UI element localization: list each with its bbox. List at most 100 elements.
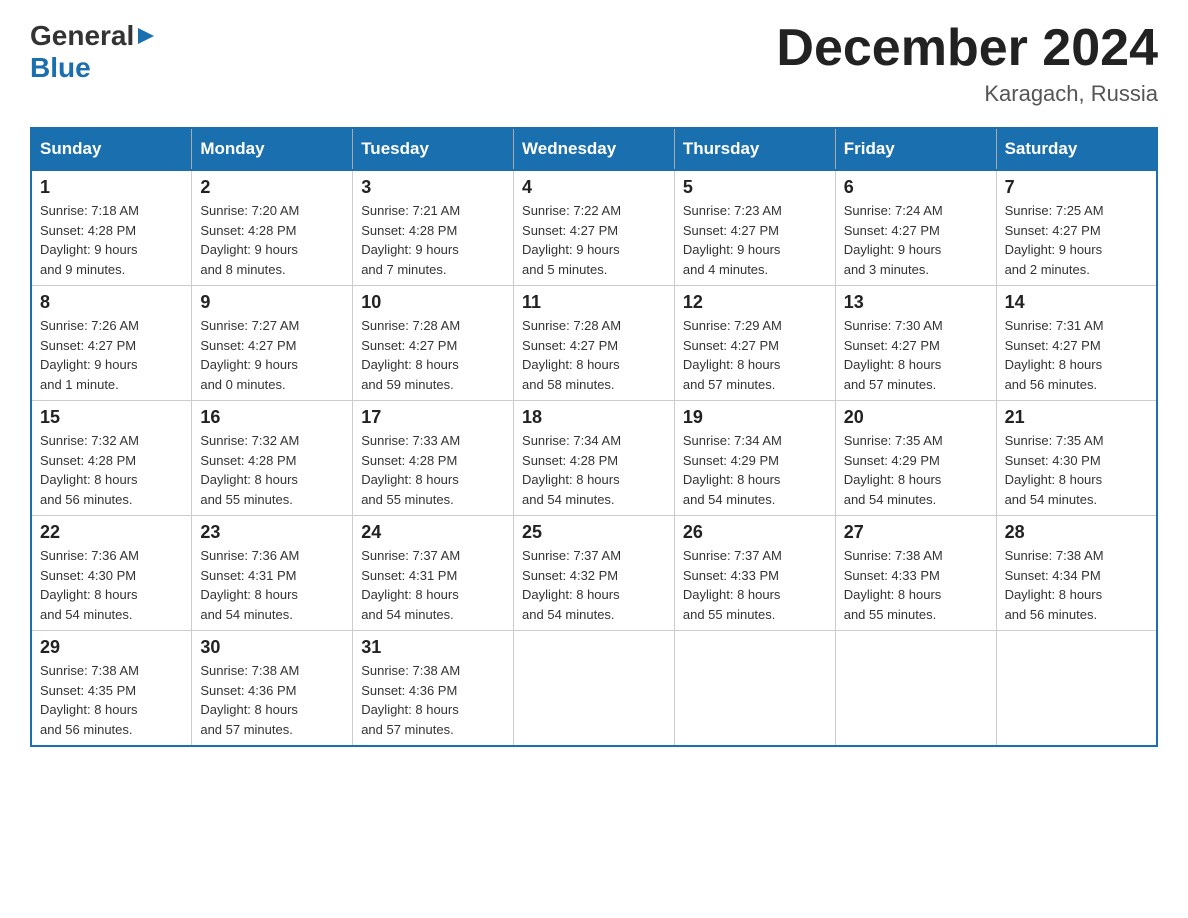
day-info: Sunrise: 7:36 AM Sunset: 4:31 PM Dayligh… — [200, 546, 344, 624]
day-info: Sunrise: 7:34 AM Sunset: 4:29 PM Dayligh… — [683, 431, 827, 509]
day-number: 22 — [40, 522, 183, 543]
day-number: 15 — [40, 407, 183, 428]
calendar-cell: 1 Sunrise: 7:18 AM Sunset: 4:28 PM Daylig… — [31, 170, 192, 286]
day-number: 30 — [200, 637, 344, 658]
day-info: Sunrise: 7:38 AM Sunset: 4:36 PM Dayligh… — [200, 661, 344, 739]
day-info: Sunrise: 7:28 AM Sunset: 4:27 PM Dayligh… — [522, 316, 666, 394]
page-header: General Blue December 2024 Karagach, Rus… — [30, 20, 1158, 107]
day-info: Sunrise: 7:32 AM Sunset: 4:28 PM Dayligh… — [200, 431, 344, 509]
day-number: 23 — [200, 522, 344, 543]
day-number: 6 — [844, 177, 988, 198]
day-number: 12 — [683, 292, 827, 313]
day-number: 19 — [683, 407, 827, 428]
col-friday: Friday — [835, 128, 996, 170]
col-monday: Monday — [192, 128, 353, 170]
day-number: 17 — [361, 407, 505, 428]
calendar-cell — [996, 631, 1157, 747]
day-info: Sunrise: 7:37 AM Sunset: 4:32 PM Dayligh… — [522, 546, 666, 624]
title-block: December 2024 Karagach, Russia — [776, 20, 1158, 107]
calendar-cell: 19 Sunrise: 7:34 AM Sunset: 4:29 PM Dayli… — [674, 401, 835, 516]
calendar-cell: 21 Sunrise: 7:35 AM Sunset: 4:30 PM Dayli… — [996, 401, 1157, 516]
calendar-cell: 30 Sunrise: 7:38 AM Sunset: 4:36 PM Dayli… — [192, 631, 353, 747]
calendar-cell: 23 Sunrise: 7:36 AM Sunset: 4:31 PM Dayli… — [192, 516, 353, 631]
day-info: Sunrise: 7:38 AM Sunset: 4:34 PM Dayligh… — [1005, 546, 1148, 624]
calendar-cell: 8 Sunrise: 7:26 AM Sunset: 4:27 PM Daylig… — [31, 286, 192, 401]
day-info: Sunrise: 7:25 AM Sunset: 4:27 PM Dayligh… — [1005, 201, 1148, 279]
day-number: 2 — [200, 177, 344, 198]
day-info: Sunrise: 7:20 AM Sunset: 4:28 PM Dayligh… — [200, 201, 344, 279]
calendar-cell: 16 Sunrise: 7:32 AM Sunset: 4:28 PM Dayli… — [192, 401, 353, 516]
day-info: Sunrise: 7:38 AM Sunset: 4:36 PM Dayligh… — [361, 661, 505, 739]
col-thursday: Thursday — [674, 128, 835, 170]
calendar-cell: 12 Sunrise: 7:29 AM Sunset: 4:27 PM Dayli… — [674, 286, 835, 401]
day-number: 16 — [200, 407, 344, 428]
day-number: 13 — [844, 292, 988, 313]
day-number: 5 — [683, 177, 827, 198]
location-text: Karagach, Russia — [776, 81, 1158, 107]
calendar-cell: 29 Sunrise: 7:38 AM Sunset: 4:35 PM Dayli… — [31, 631, 192, 747]
calendar-cell: 11Sunrise: 7:28 AM Sunset: 4:27 PM Dayli… — [514, 286, 675, 401]
day-info: Sunrise: 7:30 AM Sunset: 4:27 PM Dayligh… — [844, 316, 988, 394]
day-number: 10 — [361, 292, 505, 313]
calendar-table: Sunday Monday Tuesday Wednesday Thursday… — [30, 127, 1158, 747]
calendar-cell: 13 Sunrise: 7:30 AM Sunset: 4:27 PM Dayli… — [835, 286, 996, 401]
calendar-week-row: 22 Sunrise: 7:36 AM Sunset: 4:30 PM Dayli… — [31, 516, 1157, 631]
calendar-cell: 24 Sunrise: 7:37 AM Sunset: 4:31 PM Dayli… — [353, 516, 514, 631]
day-number: 29 — [40, 637, 183, 658]
day-number: 3 — [361, 177, 505, 198]
calendar-cell: 3 Sunrise: 7:21 AM Sunset: 4:28 PM Daylig… — [353, 170, 514, 286]
day-info: Sunrise: 7:35 AM Sunset: 4:29 PM Dayligh… — [844, 431, 988, 509]
calendar-cell: 31 Sunrise: 7:38 AM Sunset: 4:36 PM Dayli… — [353, 631, 514, 747]
calendar-cell: 5Sunrise: 7:23 AM Sunset: 4:27 PM Daylig… — [674, 170, 835, 286]
calendar-cell: 20 Sunrise: 7:35 AM Sunset: 4:29 PM Dayli… — [835, 401, 996, 516]
day-info: Sunrise: 7:18 AM Sunset: 4:28 PM Dayligh… — [40, 201, 183, 279]
calendar-week-row: 15 Sunrise: 7:32 AM Sunset: 4:28 PM Dayli… — [31, 401, 1157, 516]
col-sunday: Sunday — [31, 128, 192, 170]
day-number: 27 — [844, 522, 988, 543]
col-tuesday: Tuesday — [353, 128, 514, 170]
day-number: 8 — [40, 292, 183, 313]
day-number: 9 — [200, 292, 344, 313]
day-number: 18 — [522, 407, 666, 428]
day-info: Sunrise: 7:26 AM Sunset: 4:27 PM Dayligh… — [40, 316, 183, 394]
day-info: Sunrise: 7:31 AM Sunset: 4:27 PM Dayligh… — [1005, 316, 1148, 394]
logo-triangle-icon — [135, 25, 157, 47]
day-number: 20 — [844, 407, 988, 428]
day-info: Sunrise: 7:37 AM Sunset: 4:31 PM Dayligh… — [361, 546, 505, 624]
calendar-cell: 9 Sunrise: 7:27 AM Sunset: 4:27 PM Daylig… — [192, 286, 353, 401]
calendar-cell — [514, 631, 675, 747]
day-number: 28 — [1005, 522, 1148, 543]
day-info: Sunrise: 7:29 AM Sunset: 4:27 PM Dayligh… — [683, 316, 827, 394]
day-number: 4 — [522, 177, 666, 198]
calendar-cell: 18Sunrise: 7:34 AM Sunset: 4:28 PM Dayli… — [514, 401, 675, 516]
day-number: 21 — [1005, 407, 1148, 428]
logo-general-text: General — [30, 20, 134, 52]
day-info: Sunrise: 7:38 AM Sunset: 4:35 PM Dayligh… — [40, 661, 183, 739]
day-info: Sunrise: 7:33 AM Sunset: 4:28 PM Dayligh… — [361, 431, 505, 509]
col-saturday: Saturday — [996, 128, 1157, 170]
day-info: Sunrise: 7:38 AM Sunset: 4:33 PM Dayligh… — [844, 546, 988, 624]
calendar-week-row: 8 Sunrise: 7:26 AM Sunset: 4:27 PM Daylig… — [31, 286, 1157, 401]
calendar-week-row: 1 Sunrise: 7:18 AM Sunset: 4:28 PM Daylig… — [31, 170, 1157, 286]
day-info: Sunrise: 7:35 AM Sunset: 4:30 PM Dayligh… — [1005, 431, 1148, 509]
calendar-cell: 22 Sunrise: 7:36 AM Sunset: 4:30 PM Dayli… — [31, 516, 192, 631]
day-number: 31 — [361, 637, 505, 658]
day-info: Sunrise: 7:22 AM Sunset: 4:27 PM Dayligh… — [522, 201, 666, 279]
day-info: Sunrise: 7:27 AM Sunset: 4:27 PM Dayligh… — [200, 316, 344, 394]
day-number: 25 — [522, 522, 666, 543]
day-number: 1 — [40, 177, 183, 198]
logo-blue-text: Blue — [30, 52, 91, 83]
calendar-cell: 17 Sunrise: 7:33 AM Sunset: 4:28 PM Dayli… — [353, 401, 514, 516]
logo: General Blue — [30, 20, 157, 84]
calendar-cell: 25 Sunrise: 7:37 AM Sunset: 4:32 PM Dayli… — [514, 516, 675, 631]
calendar-cell: 7Sunrise: 7:25 AM Sunset: 4:27 PM Daylig… — [996, 170, 1157, 286]
col-wednesday: Wednesday — [514, 128, 675, 170]
day-info: Sunrise: 7:37 AM Sunset: 4:33 PM Dayligh… — [683, 546, 827, 624]
calendar-cell: 28 Sunrise: 7:38 AM Sunset: 4:34 PM Dayli… — [996, 516, 1157, 631]
day-number: 14 — [1005, 292, 1148, 313]
day-info: Sunrise: 7:21 AM Sunset: 4:28 PM Dayligh… — [361, 201, 505, 279]
day-number: 24 — [361, 522, 505, 543]
calendar-cell: 10Sunrise: 7:28 AM Sunset: 4:27 PM Dayli… — [353, 286, 514, 401]
day-info: Sunrise: 7:36 AM Sunset: 4:30 PM Dayligh… — [40, 546, 183, 624]
calendar-cell: 14 Sunrise: 7:31 AM Sunset: 4:27 PM Dayli… — [996, 286, 1157, 401]
